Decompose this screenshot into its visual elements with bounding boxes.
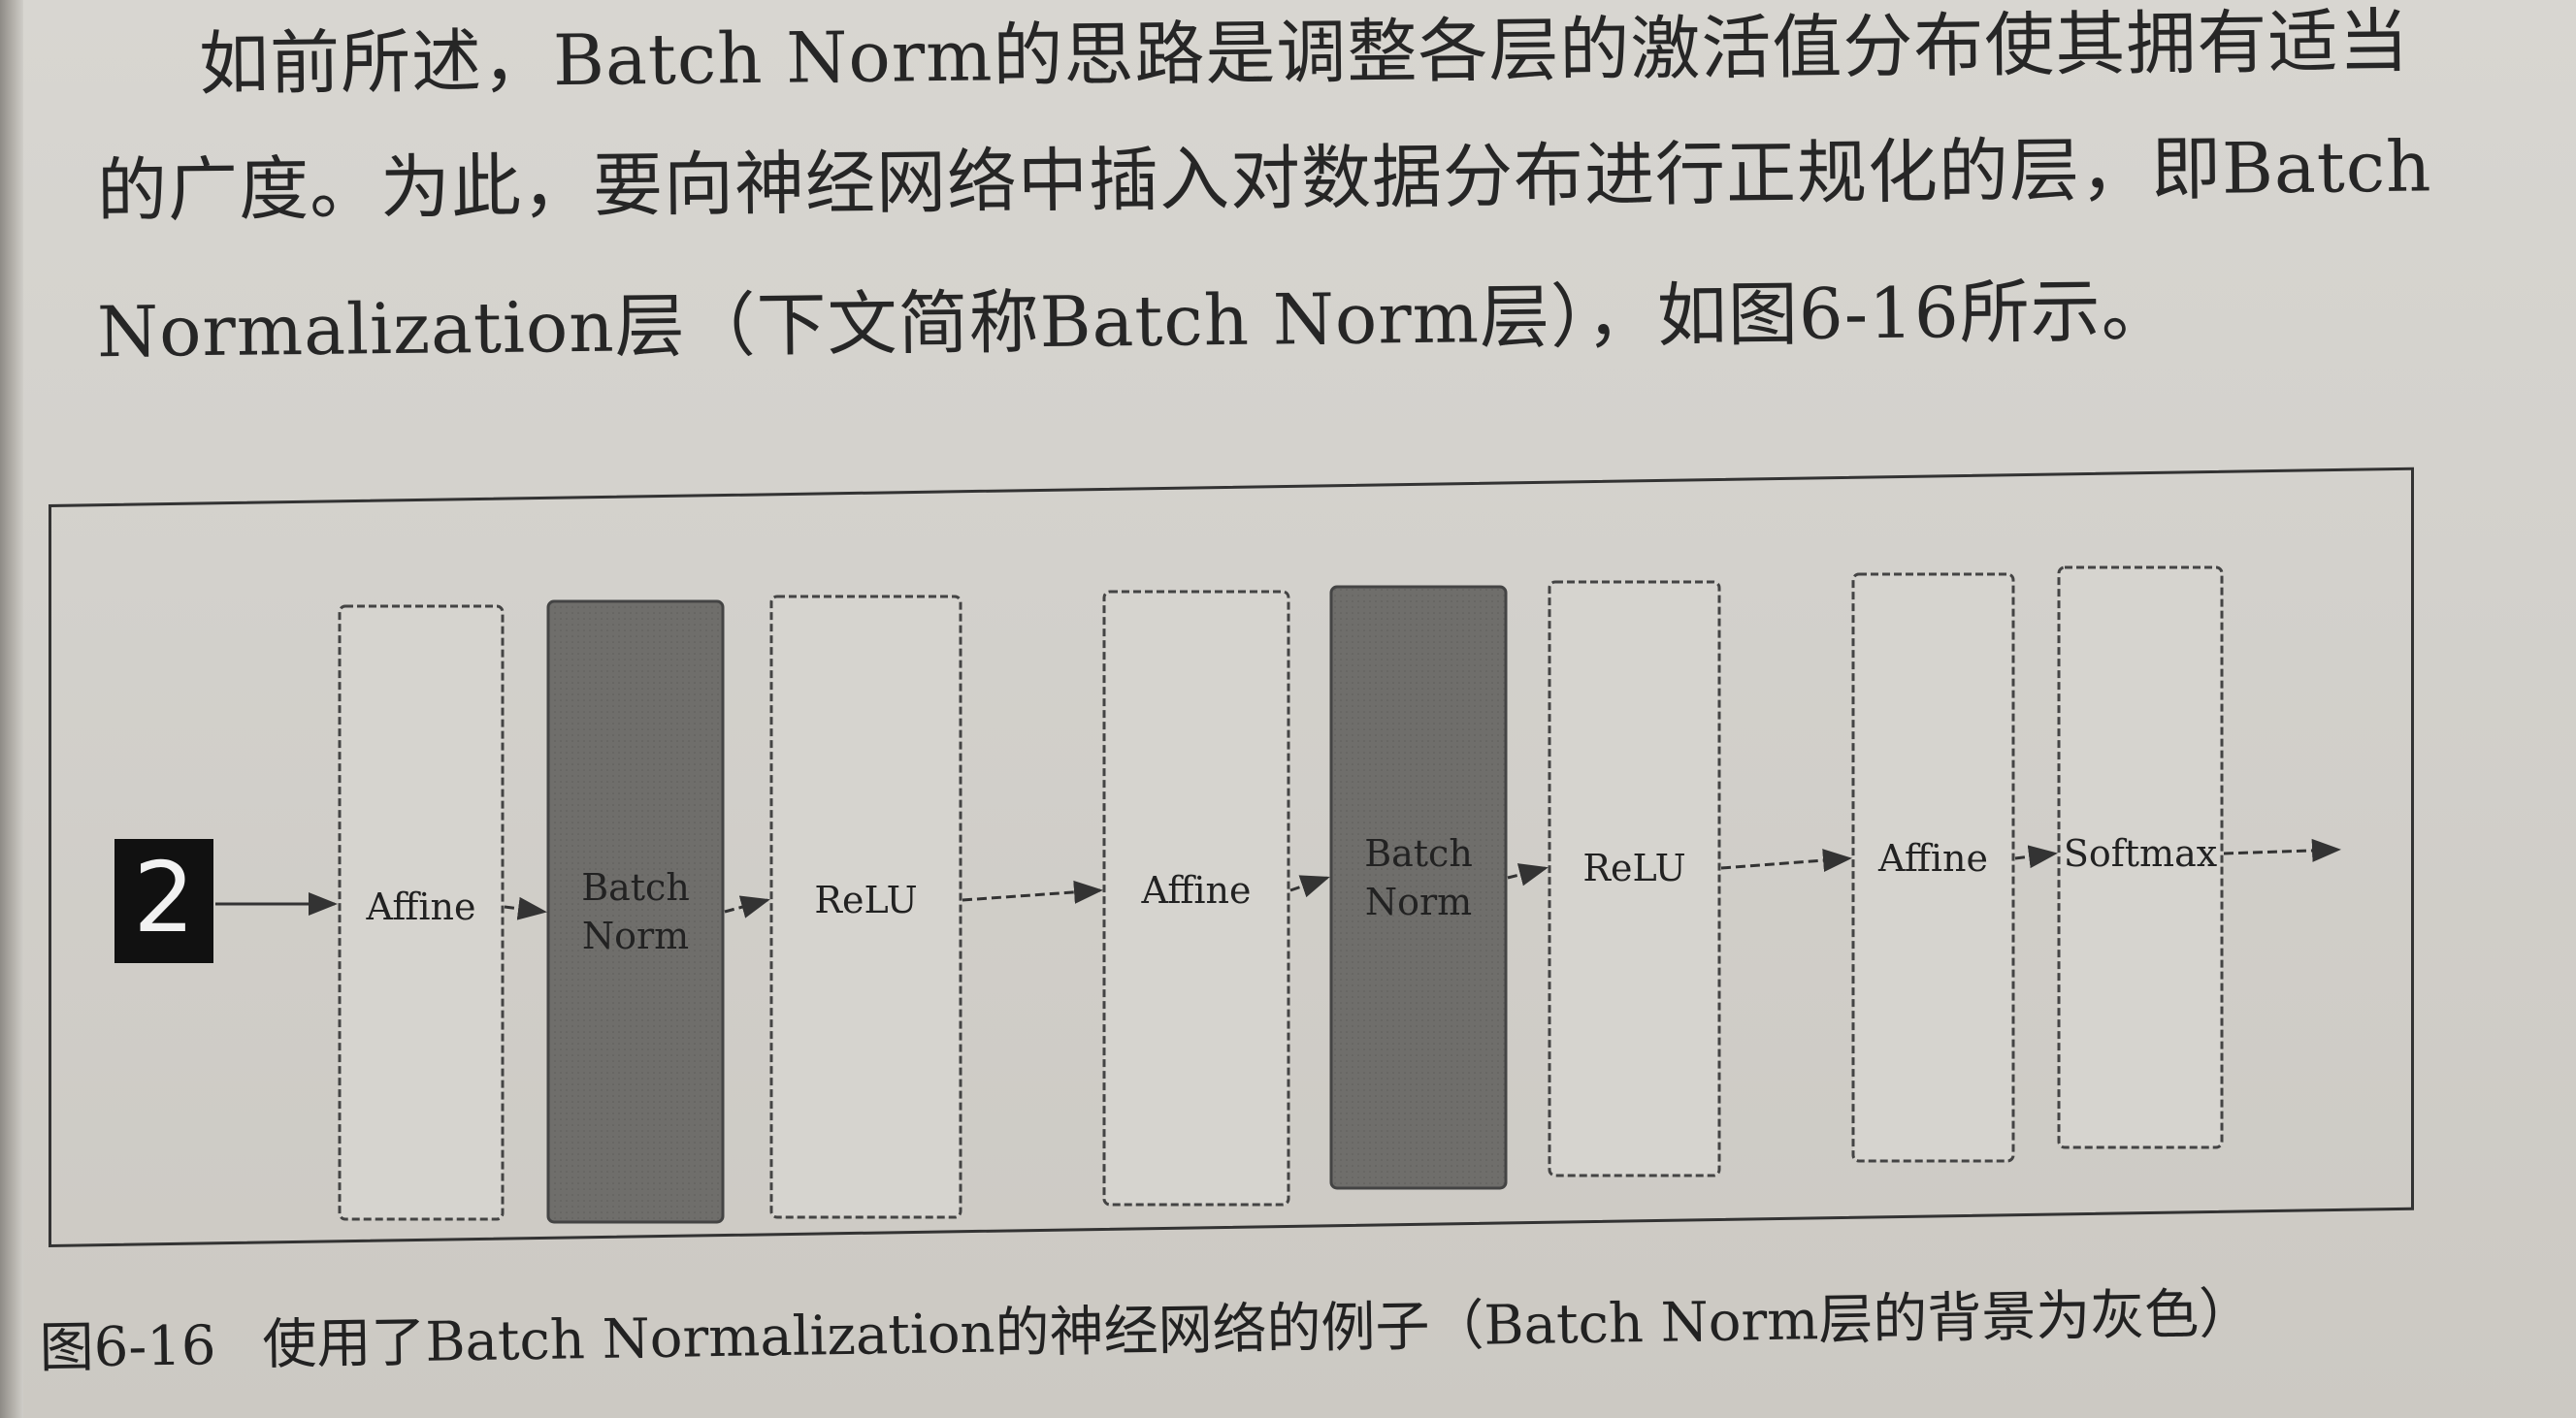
layer-box-1 [546, 599, 725, 1224]
figure-number: 图6-16 [39, 1314, 217, 1380]
layer-label-5: ReLU [1582, 847, 1685, 889]
flow-arrow [1720, 849, 1852, 873]
layer-label-3: Affine [1141, 869, 1252, 912]
layer-label-0: Affine [366, 886, 476, 928]
flow-arrow [2014, 845, 2058, 869]
flow-arrow [962, 880, 1103, 904]
flow-arrow [724, 895, 770, 918]
flow-arrow [1289, 875, 1330, 898]
network-diagram: 2 Affine Batch NormReLU AffineBatch NormReLU A… [114, 565, 2341, 1224]
layer-label-6: Affine [1877, 837, 1988, 880]
layer-label-2: ReLU [814, 879, 917, 921]
flow-arrow [1507, 863, 1549, 886]
flow-arrow [2223, 838, 2341, 862]
layer-label-7: Softmax [2064, 832, 2217, 875]
flow-arrow [504, 896, 547, 920]
input-digit-label: 2 [133, 841, 195, 954]
